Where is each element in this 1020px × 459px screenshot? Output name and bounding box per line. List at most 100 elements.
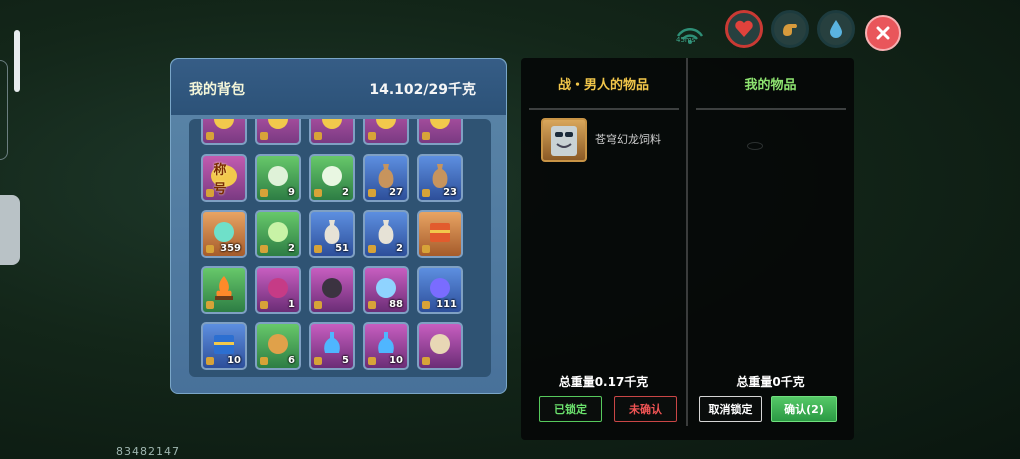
gold-title-icon	[430, 119, 450, 129]
water-drop-icon	[830, 20, 842, 38]
backpack-slot[interactable]: 10	[363, 322, 409, 370]
bound-lock-icon	[368, 189, 376, 197]
campfire-icon	[215, 275, 233, 300]
bound-lock-icon	[260, 189, 268, 197]
slot-count: 23	[443, 187, 457, 198]
slot-label: 称号	[213, 163, 227, 197]
bound-lock-icon	[206, 245, 214, 253]
backpack-slot[interactable]: 1	[255, 266, 301, 314]
partner-item-slot[interactable]	[541, 118, 587, 162]
trade-panel: 战・男人的物品 我的物品 苍穹幻龙饲料 总重量0.17千克 总重量0千克 已锁定…	[521, 58, 854, 440]
bound-lock-icon	[314, 189, 322, 197]
gold-title-icon	[322, 119, 342, 129]
bound-lock-icon	[260, 245, 268, 253]
backpack-title: 我的背包	[189, 82, 245, 98]
backpack-slot[interactable]: 2	[255, 210, 301, 258]
partner-total-weight: 总重量0.17千克	[558, 375, 649, 389]
backpack-slot[interactable]: 9	[255, 154, 301, 202]
bound-lock-icon	[368, 245, 376, 253]
backpack-slot[interactable]	[417, 210, 463, 258]
fist-icon	[783, 24, 797, 36]
backpack-slot[interactable]: 51	[309, 210, 355, 258]
partner-item-name: 苍穹幻龙饲料	[595, 133, 661, 146]
bound-lock-icon	[260, 132, 268, 140]
bound-lock-icon	[314, 132, 322, 140]
gold-title-icon	[214, 119, 234, 129]
gold-title-icon	[376, 119, 396, 129]
bound-lock-icon	[422, 357, 430, 365]
slot-count: 10	[389, 355, 403, 366]
partner-locked-badge: 已锁定	[539, 396, 602, 422]
health-button[interactable]	[725, 10, 763, 48]
backpack-slot[interactable]	[417, 322, 463, 370]
backpack-weight: 14.102/29千克	[369, 82, 476, 98]
backpack-slot[interactable]: 88	[363, 266, 409, 314]
strength-button[interactable]	[771, 10, 809, 48]
slot-count: 27	[389, 187, 403, 198]
bound-lock-icon	[368, 301, 376, 309]
my-header-rule	[696, 108, 846, 110]
backpack-slot[interactable]: 2	[363, 210, 409, 258]
left-drawer-handle[interactable]	[14, 30, 20, 92]
slot-count: 10	[227, 355, 241, 366]
bound-lock-icon	[206, 189, 214, 197]
slot-count: 2	[396, 243, 403, 254]
backpack-slot[interactable]	[309, 119, 355, 145]
backpack-slot[interactable]: 10	[201, 322, 247, 370]
my-total-weight: 总重量0千克	[736, 375, 805, 389]
backpack-slot[interactable]: 23	[417, 154, 463, 202]
backpack-slot[interactable]: 称号	[201, 154, 247, 202]
backpack-slot[interactable]: 359	[201, 210, 247, 258]
latency-label: 45ms	[676, 36, 696, 44]
close-icon	[876, 26, 890, 40]
bound-lock-icon	[314, 357, 322, 365]
backpack-panel: 我的背包 14.102/29千克 称号 9 2 27 23 359 2 51 2 1 88 111 10…	[170, 58, 507, 394]
bound-lock-icon	[368, 357, 376, 365]
close-button[interactable]	[865, 15, 901, 51]
left-side-tab[interactable]	[0, 195, 20, 265]
backpack-slot[interactable]	[201, 266, 247, 314]
partner-unconfirmed-badge: 未确认	[614, 396, 677, 422]
bound-lock-icon	[422, 132, 430, 140]
confirm-button[interactable]: 确认(2)	[771, 396, 837, 422]
gold-title-icon	[268, 119, 288, 129]
cannon-icon	[322, 277, 342, 298]
partner-items-title: 战・男人的物品	[557, 77, 649, 93]
backpack-slot[interactable]: 6	[255, 322, 301, 370]
backpack-slot[interactable]: 2	[309, 154, 355, 202]
backpack-slot[interactable]	[255, 119, 301, 145]
cancel-lock-button[interactable]: 取消锁定	[699, 396, 762, 422]
left-side-frame	[0, 60, 8, 160]
backpack-slot[interactable]	[309, 266, 355, 314]
backpack-grid: 称号 9 2 27 23 359 2 51 2 1 88 111 10 6 5 10	[189, 119, 491, 377]
heart-icon	[735, 20, 753, 37]
treasure-chest-icon	[430, 222, 450, 242]
backpack-slot[interactable]	[417, 119, 463, 145]
slot-count: 2	[342, 187, 349, 198]
partner-header-rule	[529, 108, 679, 110]
my-items-title: 我的物品	[744, 77, 797, 93]
bound-lock-icon	[314, 301, 322, 309]
bound-lock-icon	[422, 189, 430, 197]
eye-icon	[747, 142, 763, 150]
backpack-slot[interactable]: 5	[309, 322, 355, 370]
backpack-slot[interactable]: 27	[363, 154, 409, 202]
hydration-button[interactable]	[817, 10, 855, 48]
slot-count: 5	[342, 355, 349, 366]
backpack-slot[interactable]: 111	[417, 266, 463, 314]
backpack-header: 我的背包 14.102/29千克	[171, 59, 506, 115]
slot-count: 2	[288, 243, 295, 254]
bound-lock-icon	[260, 357, 268, 365]
backpack-slot[interactable]	[201, 119, 247, 145]
bound-lock-icon	[422, 301, 430, 309]
bound-lock-icon	[422, 245, 430, 253]
slot-count: 359	[220, 243, 241, 254]
slot-count: 88	[389, 299, 403, 310]
bound-lock-icon	[206, 132, 214, 140]
slot-count: 51	[335, 243, 349, 254]
trade-divider	[686, 58, 688, 426]
bound-lock-icon	[314, 245, 322, 253]
bound-lock-icon	[260, 301, 268, 309]
backpack-slot[interactable]	[363, 119, 409, 145]
slot-count: 6	[288, 355, 295, 366]
